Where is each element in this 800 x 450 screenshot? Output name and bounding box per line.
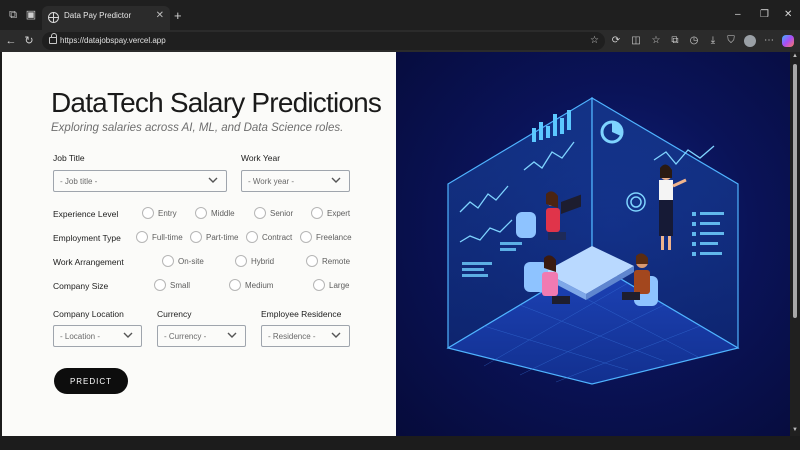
- experience-level-label: Experience Level: [53, 209, 119, 219]
- predict-button[interactable]: PREDICT: [54, 368, 128, 394]
- extension-icon[interactable]: ⟳: [610, 35, 622, 47]
- size-medium-radio[interactable]: [229, 279, 241, 291]
- tab-close-icon[interactable]: ✕: [156, 10, 164, 21]
- job-title-placeholder: - Job title -: [60, 177, 98, 186]
- currency-select[interactable]: - Currency -: [157, 325, 246, 347]
- work-year-placeholder: - Work year -: [248, 177, 295, 186]
- chevron-down-icon: [208, 177, 218, 183]
- lock-icon[interactable]: [49, 33, 57, 44]
- employee-residence-placeholder: - Residence -: [268, 332, 316, 341]
- copilot-icon[interactable]: [782, 35, 794, 47]
- experience-expert-label[interactable]: Expert: [327, 209, 350, 218]
- employment-freelance-radio[interactable]: [300, 231, 312, 243]
- arrangement-onsite-radio[interactable]: [162, 255, 174, 267]
- size-small-label[interactable]: Small: [170, 281, 190, 290]
- experience-middle-label[interactable]: Middle: [211, 209, 235, 218]
- employee-residence-select[interactable]: - Residence -: [261, 325, 350, 347]
- tab-bar: ⧉ ▣ Data Pay Predictor ✕ + – ❐ ✕: [0, 0, 800, 30]
- scrollbar-thumb[interactable]: [793, 64, 797, 318]
- address-bar: ← ↻ https://datajobspay.vercel.app ☆ ⟳ ◫…: [0, 30, 800, 52]
- size-medium-label[interactable]: Medium: [245, 281, 273, 290]
- currency-label: Currency: [157, 309, 192, 319]
- currency-placeholder: - Currency -: [164, 332, 207, 341]
- employment-parttime-radio[interactable]: [190, 231, 202, 243]
- favorites-icon[interactable]: ☆: [650, 35, 662, 47]
- split-screen-icon[interactable]: ◫: [630, 35, 642, 47]
- experience-expert-radio[interactable]: [311, 207, 323, 219]
- employment-contract-label[interactable]: Contract: [262, 233, 292, 242]
- experience-senior-label[interactable]: Senior: [270, 209, 293, 218]
- company-size-label: Company Size: [53, 281, 109, 291]
- company-location-label: Company Location: [53, 309, 124, 319]
- tab-actions-icon[interactable]: ▣: [25, 9, 37, 21]
- collections-icon[interactable]: ⧉: [669, 35, 681, 47]
- profile-avatar[interactable]: [744, 35, 756, 47]
- form-panel: DataTech Salary Predictions Exploring sa…: [2, 52, 396, 436]
- arrangement-remote-label[interactable]: Remote: [322, 257, 350, 266]
- illustration-panel: [396, 52, 790, 436]
- browser-essentials-icon[interactable]: ⛉: [725, 35, 737, 47]
- employment-freelance-label[interactable]: Freelance: [316, 233, 352, 242]
- url-field[interactable]: https://datajobspay.vercel.app ☆: [42, 32, 605, 50]
- downloads-icon[interactable]: ⤓: [707, 35, 719, 47]
- size-large-radio[interactable]: [313, 279, 325, 291]
- company-location-placeholder: - Location -: [60, 332, 101, 341]
- company-location-select[interactable]: - Location -: [53, 325, 142, 347]
- employee-residence-label: Employee Residence: [261, 309, 342, 319]
- page-subtitle: Exploring salaries across AI, ML, and Da…: [51, 122, 344, 134]
- size-small-radio[interactable]: [154, 279, 166, 291]
- job-title-label: Job Title: [53, 153, 85, 163]
- back-icon[interactable]: ←: [5, 35, 17, 47]
- close-window-icon[interactable]: ✕: [784, 10, 792, 20]
- experience-entry-radio[interactable]: [142, 207, 154, 219]
- browser-tab[interactable]: Data Pay Predictor ✕: [42, 6, 170, 30]
- data-team-illustration: [446, 96, 740, 385]
- work-arrangement-label: Work Arrangement: [53, 257, 124, 267]
- chevron-down-icon: [331, 177, 341, 183]
- arrangement-hybrid-label[interactable]: Hybrid: [251, 257, 274, 266]
- tab-title: Data Pay Predictor: [64, 11, 132, 20]
- globe-icon: [48, 12, 59, 23]
- job-title-select[interactable]: - Job title -: [53, 170, 227, 192]
- work-year-select[interactable]: - Work year -: [241, 170, 350, 192]
- page-title: DataTech Salary Predictions: [51, 87, 382, 118]
- employment-fulltime-radio[interactable]: [136, 231, 148, 243]
- chevron-down-icon: [331, 332, 341, 338]
- favorite-star-icon[interactable]: ☆: [590, 35, 599, 46]
- minimize-icon[interactable]: –: [735, 10, 741, 20]
- window-bottom-edge: [0, 436, 800, 450]
- employment-type-label: Employment Type: [53, 233, 121, 243]
- maximize-icon[interactable]: ❐: [760, 10, 769, 20]
- chair: [516, 212, 536, 238]
- workspaces-icon[interactable]: ⧉: [7, 9, 19, 21]
- url-text[interactable]: https://datajobspay.vercel.app: [60, 36, 166, 45]
- employment-fulltime-label[interactable]: Full-time: [152, 233, 183, 242]
- arrangement-hybrid-radio[interactable]: [235, 255, 247, 267]
- experience-middle-radio[interactable]: [195, 207, 207, 219]
- scroll-up-icon[interactable]: ▲: [791, 53, 799, 59]
- experience-entry-label[interactable]: Entry: [158, 209, 177, 218]
- chevron-down-icon: [227, 332, 237, 338]
- employment-contract-radio[interactable]: [246, 231, 258, 243]
- scroll-down-icon[interactable]: ▼: [791, 427, 799, 433]
- chevron-down-icon: [123, 332, 133, 338]
- history-icon[interactable]: ◷: [688, 35, 700, 47]
- experience-senior-radio[interactable]: [254, 207, 266, 219]
- new-tab-icon[interactable]: +: [174, 9, 182, 22]
- arrangement-onsite-label[interactable]: On-site: [178, 257, 204, 266]
- refresh-icon[interactable]: ↻: [23, 35, 35, 47]
- page-viewport: DataTech Salary Predictions Exploring sa…: [2, 52, 790, 436]
- employment-parttime-label[interactable]: Part-time: [206, 233, 238, 242]
- size-large-label[interactable]: Large: [329, 281, 349, 290]
- work-year-label: Work Year: [241, 153, 281, 163]
- more-menu-icon[interactable]: ⋯: [763, 35, 775, 47]
- arrangement-remote-radio[interactable]: [306, 255, 318, 267]
